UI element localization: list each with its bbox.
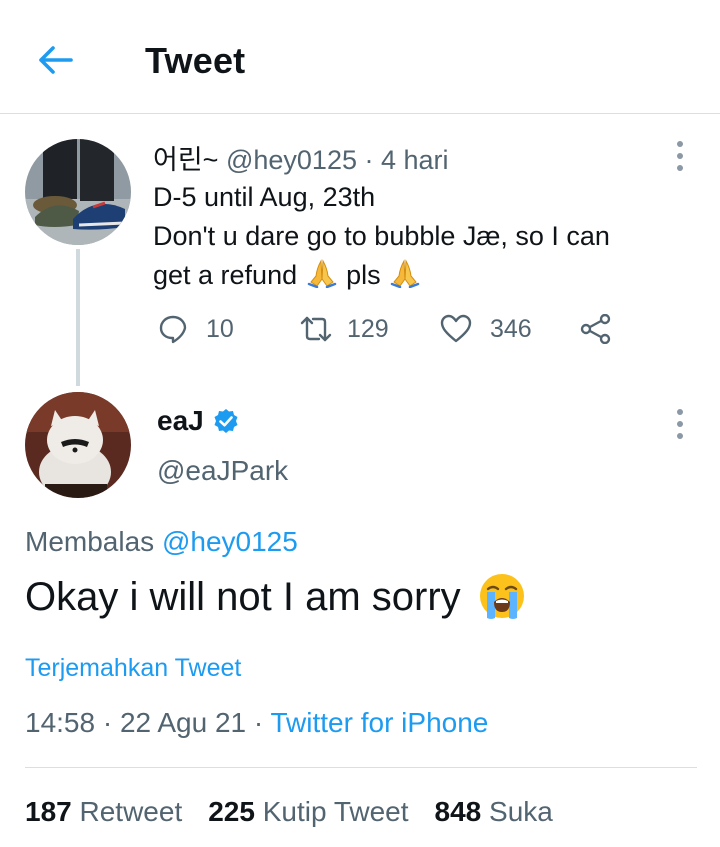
likes-stat-count: 848 bbox=[434, 796, 482, 827]
heart-icon bbox=[440, 314, 472, 343]
parent-action-bar: 10 129 346 bbox=[158, 308, 628, 350]
share-button[interactable] bbox=[580, 308, 612, 350]
parent-tweet-header: 어린~ @hey0125 · 4 hari bbox=[153, 138, 449, 177]
tweet-timestamp-row: 14:58 · 22 Agu 21 · Twitter for iPhone bbox=[25, 707, 488, 739]
thread-line bbox=[76, 249, 80, 386]
loudly-crying-face-icon bbox=[479, 574, 524, 619]
parent-tweet-text: D-5 until Aug, 23th Don't u dare go to b… bbox=[153, 178, 673, 295]
folded-hands-icon bbox=[307, 259, 336, 289]
author-handle[interactable]: @eaJPark bbox=[157, 455, 288, 487]
replying-to: Membalas @hey0125 bbox=[25, 526, 298, 558]
tweet-more-button[interactable] bbox=[670, 406, 690, 442]
quote-tweets-stat[interactable]: 225 Kutip Tweet bbox=[208, 796, 408, 828]
author-display-name[interactable]: eaJ bbox=[157, 405, 204, 437]
parent-text-line: Don't u dare go to bubble Jæ, so I can bbox=[153, 221, 610, 251]
parent-text-line: D-5 until Aug, 23th bbox=[153, 182, 376, 212]
more-dot-icon bbox=[677, 165, 683, 171]
avatar-hey0125[interactable] bbox=[25, 139, 131, 245]
tweet-text: Okay i will not I am sorry bbox=[25, 572, 527, 622]
reply-icon bbox=[159, 315, 187, 344]
like-button[interactable]: 346 bbox=[440, 308, 532, 350]
author-name-row: eaJ bbox=[157, 405, 239, 437]
top-bar: Tweet bbox=[0, 0, 720, 114]
reply-button[interactable]: 10 bbox=[158, 308, 234, 350]
parent-display-name[interactable]: 어린~ bbox=[153, 145, 218, 175]
more-dot-icon bbox=[677, 433, 683, 439]
likes-stat[interactable]: 848 Suka bbox=[435, 796, 553, 828]
retweets-stat[interactable]: 187 Retweet bbox=[25, 796, 182, 828]
retweet-button[interactable]: 129 bbox=[299, 308, 389, 350]
tweet-text-content: Okay i will not I am sorry bbox=[25, 574, 461, 619]
parent-text-fragment: pls bbox=[346, 260, 381, 290]
verified-badge-icon bbox=[214, 409, 238, 433]
tweet-date[interactable]: 22 Agu 21 bbox=[120, 707, 246, 738]
parent-more-button[interactable] bbox=[670, 138, 690, 174]
retweets-stat-count: 187 bbox=[25, 796, 72, 827]
arrow-left-icon bbox=[39, 46, 73, 74]
engagement-stats: 187 Retweet 225 Kutip Tweet 848 Suka bbox=[25, 796, 579, 828]
retweet-icon bbox=[300, 316, 332, 342]
avatar-eajpark[interactable] bbox=[25, 392, 131, 498]
avatar-image bbox=[25, 139, 131, 245]
parent-text-fragment: get a refund bbox=[153, 260, 298, 290]
parent-handle[interactable]: @hey0125 bbox=[226, 145, 357, 175]
folded-hands-icon bbox=[390, 259, 420, 289]
like-count: 346 bbox=[490, 314, 532, 343]
share-icon bbox=[580, 314, 611, 344]
separator-dot: · bbox=[364, 145, 381, 175]
more-dot-icon bbox=[677, 153, 683, 159]
separator-dot: · bbox=[253, 707, 271, 738]
more-dot-icon bbox=[677, 421, 683, 427]
replying-mention-link[interactable]: @hey0125 bbox=[162, 526, 298, 557]
more-dot-icon bbox=[677, 409, 683, 415]
tweet-source-link[interactable]: Twitter for iPhone bbox=[270, 707, 488, 738]
more-dot-icon bbox=[677, 141, 683, 147]
divider bbox=[25, 767, 697, 768]
separator-dot: · bbox=[102, 707, 120, 738]
page-title: Tweet bbox=[145, 40, 246, 81]
replying-label: Membalas bbox=[25, 526, 155, 557]
tweet-time[interactable]: 14:58 bbox=[25, 707, 95, 738]
back-button[interactable] bbox=[34, 38, 78, 82]
quote-tweets-stat-count: 225 bbox=[208, 796, 255, 827]
reply-count: 10 bbox=[206, 314, 234, 343]
avatar-image bbox=[25, 392, 131, 498]
quote-tweets-stat-label: Kutip Tweet bbox=[262, 796, 409, 827]
translate-tweet-link[interactable]: Terjemahkan Tweet bbox=[25, 654, 241, 683]
likes-stat-label: Suka bbox=[489, 796, 553, 827]
parent-time[interactable]: 4 hari bbox=[381, 145, 449, 175]
parent-text-line: get a refund pls bbox=[153, 256, 673, 295]
retweet-count: 129 bbox=[347, 314, 389, 343]
retweets-stat-label: Retweet bbox=[79, 796, 183, 827]
